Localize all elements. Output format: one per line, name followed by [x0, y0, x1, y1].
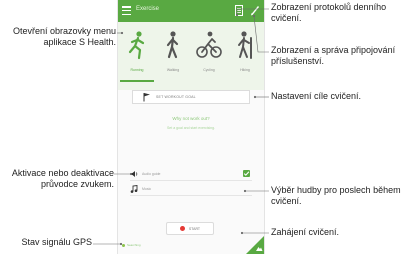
callout-leaders — [93, 8, 269, 246]
